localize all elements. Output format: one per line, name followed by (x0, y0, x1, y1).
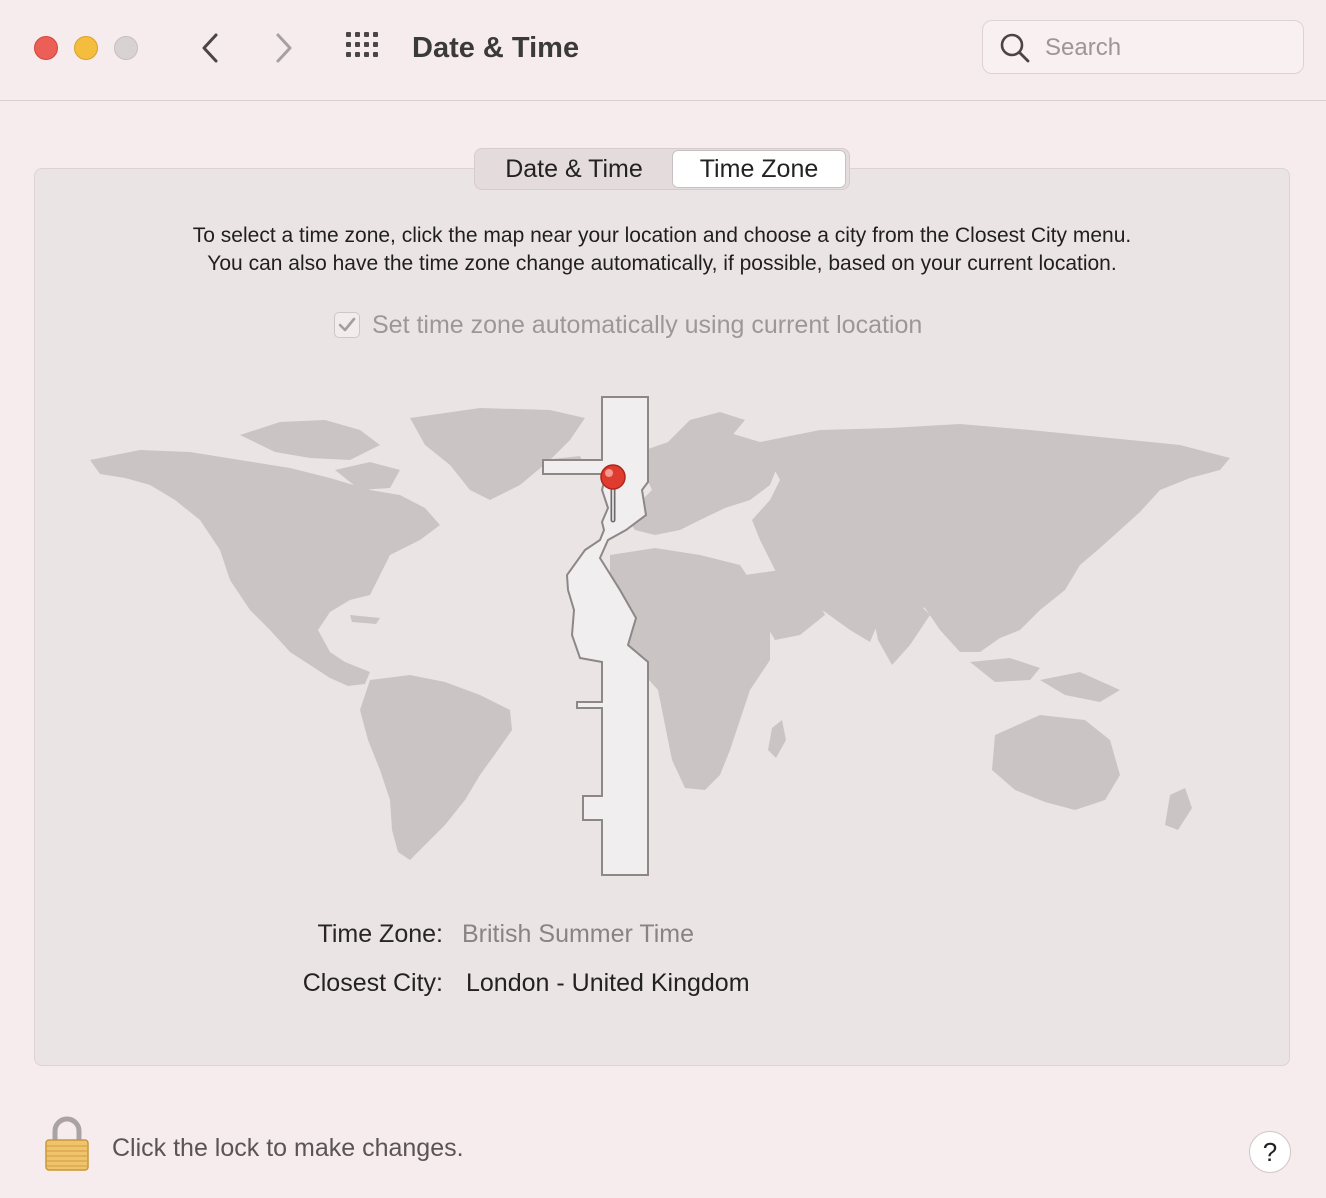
close-window-button[interactable] (34, 36, 58, 60)
time-zone-value: British Summer Time (462, 920, 694, 948)
checkmark-icon (338, 317, 356, 332)
lock-text: Click the lock to make changes. (112, 1134, 464, 1162)
title-bar: Date & Time (0, 0, 1326, 101)
closest-city-popup[interactable]: London - United Kingdom (466, 969, 750, 998)
back-button[interactable] (190, 28, 230, 68)
auto-timezone-row: Set time zone automatically using curren… (334, 310, 922, 340)
world-map[interactable] (80, 390, 1250, 880)
search-input[interactable] (1043, 31, 1287, 65)
instructions-line-1: To select a time zone, click the map nea… (192, 224, 1132, 247)
chevron-left-icon (202, 33, 218, 63)
search-field[interactable] (982, 20, 1304, 74)
instructions-text: To select a time zone, click the map nea… (34, 222, 1290, 278)
world-map-landmass (90, 408, 1230, 860)
window-title: Date & Time (412, 32, 580, 64)
minimize-window-button[interactable] (74, 36, 98, 60)
time-zone-label: Time Zone: (317, 920, 443, 948)
chevron-right-icon (276, 33, 292, 63)
show-all-preferences-button[interactable] (344, 30, 384, 66)
closest-city-label: Closest City: (302, 969, 443, 997)
zoom-window-button[interactable] (114, 36, 138, 60)
forward-button[interactable] (264, 28, 304, 68)
lock-icon[interactable] (42, 1114, 92, 1174)
help-button[interactable]: ? (1249, 1131, 1291, 1173)
tab-time-zone[interactable]: Time Zone (672, 150, 846, 188)
grid-icon (346, 32, 378, 57)
tab-bar: Date & Time Time Zone (474, 148, 850, 190)
instructions-line-2: You can also have the time zone change a… (207, 252, 1117, 275)
tab-date-time[interactable]: Date & Time (476, 150, 672, 188)
search-icon (1000, 33, 1030, 63)
auto-timezone-label: Set time zone automatically using curren… (372, 310, 923, 339)
auto-timezone-checkbox[interactable] (334, 312, 360, 338)
